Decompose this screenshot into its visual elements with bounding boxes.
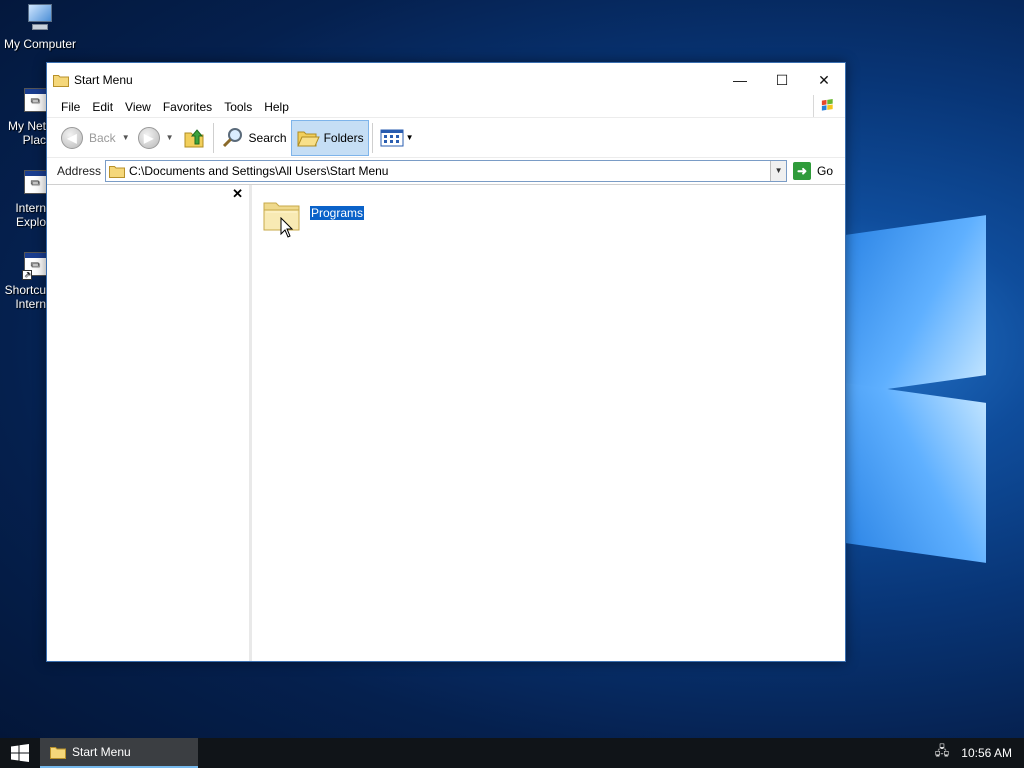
- chevron-down-icon[interactable]: ▼: [406, 133, 414, 142]
- taskbar-item-label: Start Menu: [72, 745, 131, 759]
- address-label: Address: [57, 164, 102, 178]
- close-icon[interactable]: ✕: [232, 186, 243, 202]
- chevron-down-icon[interactable]: ▼: [166, 133, 174, 142]
- network-icon: [22, 84, 48, 116]
- forward-button[interactable]: ▶ ▼: [134, 120, 178, 156]
- maximize-button[interactable]: ☐: [761, 65, 803, 95]
- desktop-icon-label: My Computer: [3, 37, 77, 51]
- folders-icon: [296, 131, 320, 146]
- back-arrow-icon: ◀: [61, 126, 83, 149]
- folder-item-label: Programs: [308, 205, 366, 221]
- content-area: ✕ Programs: [47, 185, 845, 661]
- desktop-icon-label: My Net Plac: [7, 119, 46, 147]
- explorer-window: Start Menu — ☐ ✕ File Edit View Favorite…: [46, 62, 846, 662]
- desktop-icon-my-computer[interactable]: My Computer: [0, 2, 80, 51]
- folder-item-programs[interactable]: Programs: [262, 195, 366, 235]
- menu-tools[interactable]: Tools: [218, 100, 258, 114]
- address-value: C:\Documents and Settings\All Users\Star…: [129, 164, 389, 178]
- address-dropdown-button[interactable]: ▼: [770, 161, 787, 181]
- back-label: Back: [89, 130, 116, 145]
- minimize-button[interactable]: —: [719, 65, 761, 95]
- taskbar-item-start-menu[interactable]: Start Menu: [40, 738, 198, 768]
- desktop-icon-label: Shortcu Intern: [4, 283, 46, 311]
- wallpaper-logo-bottom-pane: [846, 383, 986, 563]
- network-icon[interactable]: 🖧: [935, 742, 950, 764]
- folder-icon: [50, 746, 66, 759]
- toolbar: ◀ Back ▼ ▶ ▼ Search Folders ▼: [47, 117, 845, 157]
- views-button[interactable]: ▼: [376, 120, 418, 156]
- shortcut-icon: ↗: [22, 248, 48, 280]
- folder-icon: [109, 165, 126, 178]
- start-button[interactable]: [0, 738, 40, 768]
- taskbar: Start Menu 🖧 10:56 AM: [0, 738, 1024, 768]
- file-list[interactable]: Programs: [252, 185, 845, 661]
- forward-arrow-icon: ▶: [137, 126, 160, 149]
- computer-icon: [24, 2, 56, 34]
- folders-pane[interactable]: ✕: [47, 185, 252, 661]
- menu-bar: File Edit View Favorites Tools Help: [47, 95, 845, 117]
- search-label: Search: [248, 130, 287, 145]
- chevron-down-icon[interactable]: ▼: [122, 133, 130, 142]
- menu-file[interactable]: File: [55, 100, 86, 114]
- folders-label: Folders: [323, 130, 364, 145]
- toolbar-separator: [371, 122, 373, 153]
- address-input[interactable]: C:\Documents and Settings\All Users\Star…: [105, 160, 788, 182]
- up-folder-button[interactable]: [178, 120, 210, 156]
- menu-help[interactable]: Help: [258, 100, 295, 114]
- system-tray: 🖧 10:56 AM: [935, 742, 1024, 764]
- internet-explorer-icon: [22, 166, 48, 198]
- go-label: Go: [817, 164, 834, 178]
- menu-view[interactable]: View: [119, 100, 157, 114]
- back-button[interactable]: ◀ Back ▼: [57, 120, 134, 156]
- menu-edit[interactable]: Edit: [86, 100, 119, 114]
- wallpaper-logo-top-pane: [846, 215, 986, 395]
- address-bar: Address C:\Documents and Settings\All Us…: [47, 157, 845, 185]
- menu-favorites[interactable]: Favorites: [157, 100, 218, 114]
- mouse-cursor-icon: [280, 217, 294, 238]
- windows-flag-icon: [813, 95, 833, 117]
- folder-icon: [53, 74, 69, 87]
- desktop-icon-internet-explorer[interactable]: Intern Explo: [0, 166, 48, 229]
- title-bar[interactable]: Start Menu — ☐ ✕: [47, 63, 845, 97]
- window-title: Start Menu: [74, 73, 133, 87]
- search-button[interactable]: Search: [217, 120, 291, 156]
- close-button[interactable]: ✕: [803, 65, 845, 95]
- folders-button[interactable]: Folders: [290, 119, 369, 156]
- views-icon: [380, 129, 404, 146]
- toolbar-separator: [212, 122, 214, 153]
- desktop-icon-my-network-places[interactable]: My Net Plac: [0, 84, 48, 147]
- search-icon: [222, 127, 242, 147]
- desktop-icon-label: Intern Explo: [15, 201, 46, 229]
- clock[interactable]: 10:56 AM: [961, 746, 1012, 760]
- desktop-icon-shortcut-internet[interactable]: ↗ Shortcu Intern: [0, 248, 48, 311]
- go-arrow-icon: ➜: [793, 162, 812, 180]
- go-button[interactable]: ➜ Go: [793, 162, 833, 180]
- up-folder-icon: [184, 128, 204, 147]
- windows-logo-icon: [11, 744, 29, 762]
